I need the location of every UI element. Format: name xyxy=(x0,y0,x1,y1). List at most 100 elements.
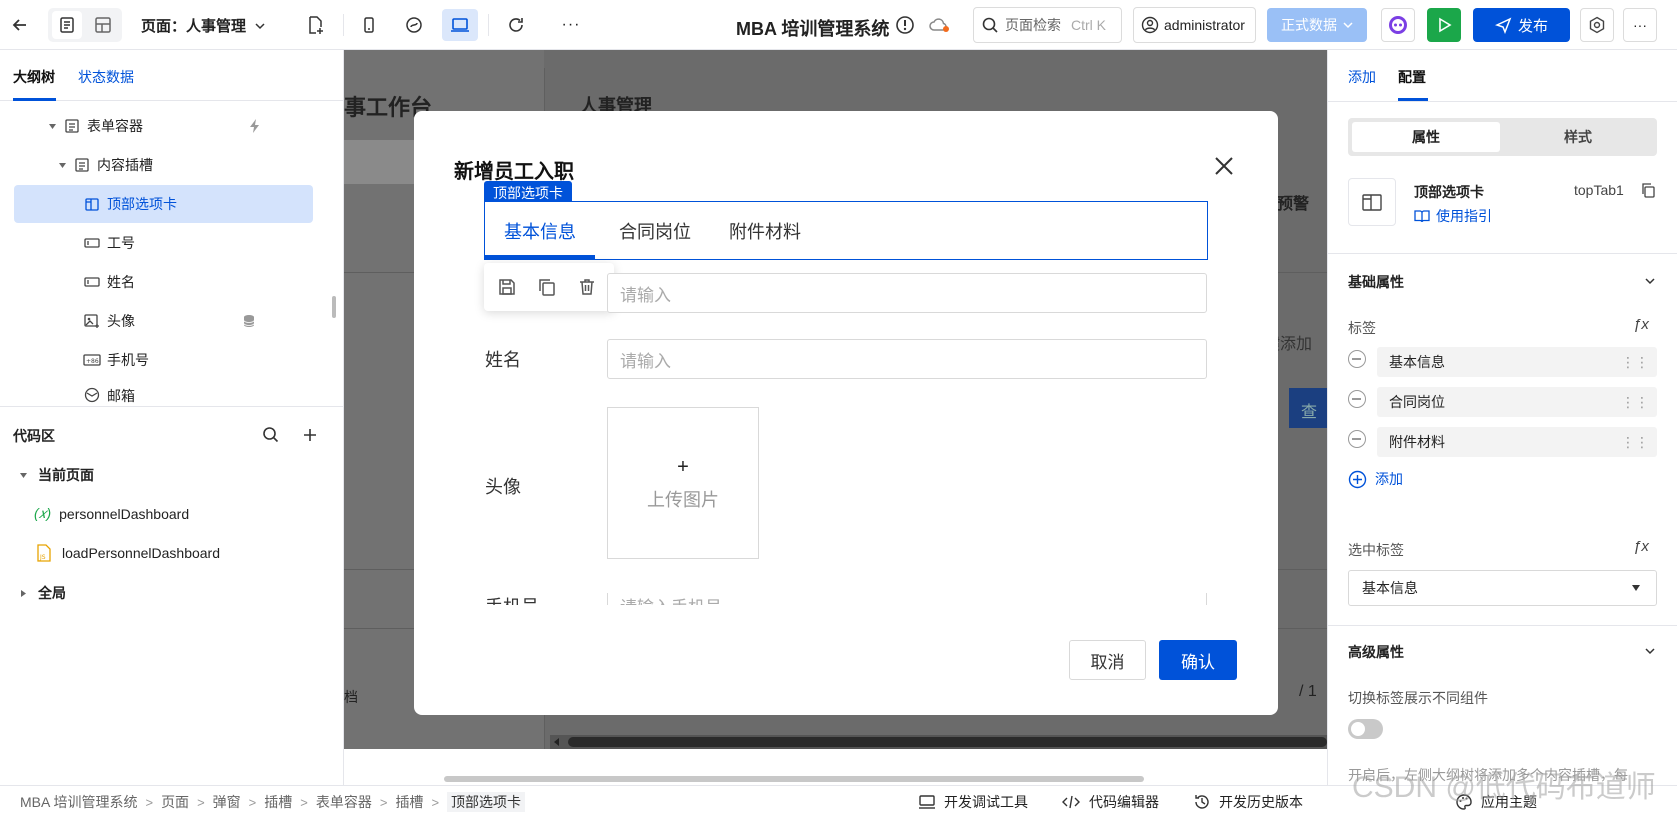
history-button[interactable]: 开发历史版本 xyxy=(1193,792,1303,812)
tab-state-data[interactable]: 状态数据 xyxy=(78,67,134,87)
page-selector[interactable]: 页面：人事管理 xyxy=(141,15,266,36)
breadcrumb-item-current[interactable]: 顶部选项卡 xyxy=(447,792,526,812)
breadcrumb-item[interactable]: 表单容器 xyxy=(316,792,372,812)
add-tag-button[interactable]: 添加 xyxy=(1348,469,1403,489)
top-tab-component[interactable]: 基本信息 合同岗位 附件材料 xyxy=(484,201,1208,260)
mini-program-icon[interactable] xyxy=(398,9,430,41)
tab-contract-position[interactable]: 合同岗位 xyxy=(605,202,705,259)
tab-attachments[interactable]: 附件材料 xyxy=(715,202,815,259)
new-page-icon[interactable] xyxy=(299,9,331,41)
chevron-down-icon[interactable] xyxy=(1644,275,1656,287)
page-list-icon[interactable] xyxy=(52,11,82,39)
code-editor-button[interactable]: 代码编辑器 xyxy=(1061,792,1159,812)
drag-handle-icon[interactable]: ⋮⋮ xyxy=(1621,394,1649,411)
back-arrow-icon[interactable] xyxy=(4,9,36,41)
employee-id-input[interactable]: 请输入 xyxy=(607,273,1207,313)
selected-tag-select[interactable]: 基本信息 xyxy=(1348,570,1657,606)
remove-icon[interactable] xyxy=(1348,390,1366,408)
input-icon xyxy=(83,234,101,252)
segment-properties[interactable]: 属性 xyxy=(1352,122,1500,152)
settings-icon[interactable] xyxy=(1580,8,1614,42)
code-group-global[interactable]: 全局 xyxy=(19,583,66,603)
publish-button[interactable]: 发布 xyxy=(1473,8,1570,42)
tree-item-phone[interactable]: +86 手机号 xyxy=(14,341,313,379)
delete-icon[interactable] xyxy=(577,277,597,297)
layout-icon[interactable] xyxy=(88,11,118,39)
confirm-button[interactable]: 确认 xyxy=(1159,640,1237,680)
selected-tag-value: 基本信息 xyxy=(1362,580,1418,596)
play-icon xyxy=(1439,17,1452,33)
cloud-sync-icon[interactable] xyxy=(926,9,952,41)
breadcrumb-item[interactable]: 插槽 xyxy=(264,792,292,812)
breadcrumb-item[interactable]: 插槽 xyxy=(395,792,423,812)
tab-add[interactable]: 添加 xyxy=(1348,67,1376,87)
env-select[interactable]: 正式数据 xyxy=(1267,8,1367,42)
phone-input-icon: +86 xyxy=(83,351,101,369)
tree-item-top-tab-selected[interactable]: 顶部选项卡 xyxy=(14,185,313,223)
component-id: topTab1 xyxy=(1574,182,1624,198)
code-item-variable[interactable]: (𝑥) personnelDashboard xyxy=(34,505,189,522)
breadcrumb-item[interactable]: 弹窗 xyxy=(213,792,241,812)
desktop-view-icon[interactable] xyxy=(442,9,478,41)
tree-scrollbar[interactable] xyxy=(332,296,336,318)
database-icon[interactable] xyxy=(242,314,256,328)
save-icon[interactable] xyxy=(497,277,517,297)
tab-config[interactable]: 配置 xyxy=(1398,67,1426,87)
mobile-view-icon[interactable] xyxy=(353,9,385,41)
avatar-upload[interactable]: + 上传图片 xyxy=(607,407,759,559)
tab-basic-info[interactable]: 基本信息 xyxy=(485,202,595,259)
page-h-scrollbar[interactable] xyxy=(444,776,1144,782)
user-menu[interactable]: administrator xyxy=(1133,7,1256,43)
basic-props-section: 基础属性 xyxy=(1348,274,1404,290)
info-icon[interactable] xyxy=(893,9,917,41)
chevron-down-icon[interactable] xyxy=(1644,645,1656,657)
image-upload-icon xyxy=(83,312,101,330)
segment-style[interactable]: 样式 xyxy=(1504,122,1652,152)
close-icon[interactable] xyxy=(1213,155,1235,177)
more-menu-icon[interactable]: ··· xyxy=(1623,8,1657,42)
tree-item-email[interactable]: 邮箱 xyxy=(14,380,313,406)
tab-outline-tree[interactable]: 大纲树 xyxy=(13,67,55,87)
tag-row[interactable]: 附件材料 ⋮⋮ xyxy=(1377,427,1657,457)
remove-icon[interactable] xyxy=(1348,430,1366,448)
caret-down-icon xyxy=(1632,585,1640,591)
tag-row[interactable]: 合同岗位 ⋮⋮ xyxy=(1377,387,1657,417)
dev-tools-button[interactable]: 开发调试工具 xyxy=(918,792,1028,812)
tree-item-form-container[interactable]: 表单容器 xyxy=(14,107,313,145)
drag-handle-icon[interactable]: ⋮⋮ xyxy=(1621,354,1649,371)
dev-tools-label: 开发调试工具 xyxy=(944,794,1028,810)
copy-icon[interactable] xyxy=(1640,182,1656,199)
code-group-current-page[interactable]: 当前页面 xyxy=(19,465,94,485)
slot-toggle[interactable] xyxy=(1348,719,1383,739)
slot-hint-text: 开启后，左侧大纲树将添加多个内容插槽，每 xyxy=(1348,767,1628,783)
ai-assistant-icon[interactable] xyxy=(1381,8,1415,42)
variable-icon: (𝑥) xyxy=(34,505,52,521)
add-icon[interactable] xyxy=(301,426,319,444)
scroll-left-icon[interactable] xyxy=(552,737,562,747)
tree-item-content-slot[interactable]: 内容插槽 xyxy=(14,146,313,184)
phone-input[interactable]: 请输入手机号 xyxy=(607,593,1207,605)
code-item-js-function[interactable]: JS loadPersonnelDashboard xyxy=(36,544,220,562)
canvas-h-scrollbar[interactable] xyxy=(568,737,1327,747)
tree-item-employee-id[interactable]: 工号 xyxy=(14,224,313,262)
copy-icon[interactable] xyxy=(537,277,557,297)
remove-icon[interactable] xyxy=(1348,350,1366,368)
usage-guide-link[interactable]: 使用指引 xyxy=(1414,206,1492,226)
page-search-input[interactable]: 页面检索 Ctrl K xyxy=(973,7,1122,43)
fx-icon[interactable]: ƒx xyxy=(1633,538,1649,555)
tree-item-name[interactable]: 姓名 xyxy=(14,263,313,301)
preview-button[interactable] xyxy=(1427,8,1461,42)
search-icon[interactable] xyxy=(262,426,280,444)
cancel-button[interactable]: 取消 xyxy=(1069,640,1146,680)
breadcrumb-item[interactable]: MBA 培训管理系统 xyxy=(20,792,137,812)
app-theme-button[interactable]: 应用主题 xyxy=(1455,792,1537,812)
lightning-icon[interactable] xyxy=(247,118,263,134)
fx-icon[interactable]: ƒx xyxy=(1633,316,1649,333)
breadcrumb-item[interactable]: 页面 xyxy=(161,792,189,812)
tag-row[interactable]: 基本信息 ⋮⋮ xyxy=(1377,347,1657,377)
more-icon[interactable]: ··· xyxy=(555,9,587,41)
drag-handle-icon[interactable]: ⋮⋮ xyxy=(1621,434,1649,451)
refresh-icon[interactable] xyxy=(500,9,532,41)
tree-item-avatar[interactable]: 头像 xyxy=(14,302,313,340)
name-input[interactable]: 请输入 xyxy=(607,339,1207,379)
